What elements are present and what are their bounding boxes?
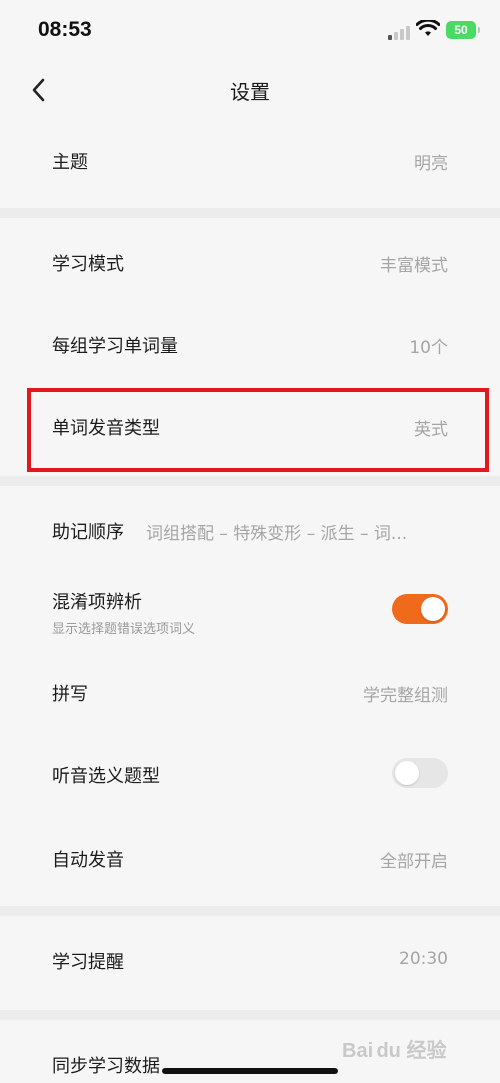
toggle-knob <box>395 761 419 785</box>
status-time: 08:53 <box>38 18 92 41</box>
annotation-highlight-box <box>27 388 489 472</box>
confusion-toggle[interactable] <box>392 594 448 624</box>
row-label: 混淆项辨析 <box>52 592 142 613</box>
section-divider <box>0 906 500 916</box>
toggle-knob <box>421 597 445 621</box>
section-divider <box>0 476 500 486</box>
battery-icon: 50 <box>446 21 480 39</box>
row-value: 词组搭配 – 特殊变形 – 派生 – 词... <box>146 524 408 544</box>
row-label: 自动发音 <box>52 850 124 871</box>
row-value: 10个 <box>409 338 448 358</box>
row-label: 助记顺序 <box>52 522 124 543</box>
battery-level: 50 <box>454 23 468 37</box>
row-label: 同步学习数据 <box>52 1056 160 1077</box>
navigation-bar: 设置 <box>0 62 500 118</box>
settings-row-confusion: 混淆项辨析 显示选择题错误选项词义 <box>0 572 500 650</box>
settings-row-words-per-group[interactable]: 每组学习单词量 10个 <box>0 304 500 386</box>
section-divider <box>0 208 500 218</box>
status-bar: 08:53 50 <box>0 0 500 62</box>
settings-row-auto-pronounce[interactable]: 自动发音 全部开启 <box>0 816 500 904</box>
row-value: 明亮 <box>414 154 448 174</box>
row-label: 学习提醒 <box>52 952 124 973</box>
settings-row-spelling[interactable]: 拼写 学完整组测 <box>0 650 500 734</box>
home-indicator[interactable] <box>162 1068 338 1074</box>
row-value: 20:30 <box>399 949 448 969</box>
section-divider <box>0 1010 500 1020</box>
row-value: 丰富模式 <box>380 256 448 276</box>
wifi-icon <box>415 18 441 38</box>
row-label: 学习模式 <box>52 254 124 275</box>
row-label: 听音选义题型 <box>52 766 160 787</box>
settings-row-reminder[interactable]: 学习提醒 20:30 <box>0 916 500 1008</box>
settings-row-theme[interactable]: 主题 明亮 <box>0 118 500 208</box>
row-label: 每组学习单词量 <box>52 336 178 357</box>
watermark-logo: Bai du 经验 <box>342 1040 447 1062</box>
settings-row-study-mode[interactable]: 学习模式 丰富模式 <box>0 218 500 304</box>
cellular-signal-icon <box>388 24 410 40</box>
row-subtitle: 显示选择题错误选项词义 <box>52 622 196 637</box>
settings-row-mnemonic-order[interactable]: 助记顺序 词组搭配 – 特殊变形 – 派生 – 词... <box>0 486 500 572</box>
listen-choice-toggle[interactable] <box>392 758 448 788</box>
row-value: 学完整组测 <box>363 686 448 706</box>
page-title: 设置 <box>230 80 270 104</box>
settings-row-listen-choice: 听音选义题型 <box>0 734 500 816</box>
row-value: 全部开启 <box>380 852 448 872</box>
row-label: 拼写 <box>52 684 88 705</box>
row-label: 主题 <box>52 152 88 173</box>
